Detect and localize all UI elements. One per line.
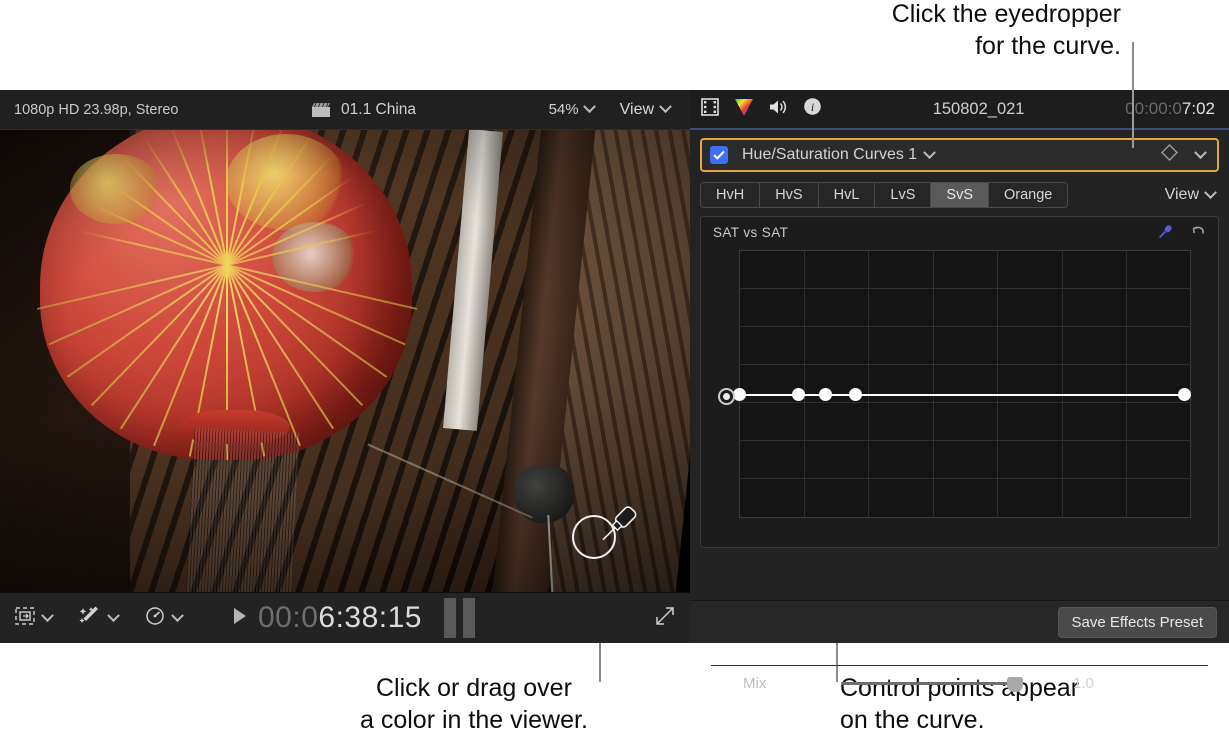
viewer-canvas[interactable] xyxy=(0,130,690,592)
curve-tab-group: HvH HvS HvL LvS SvS Orange xyxy=(700,182,1068,208)
curve-tab-hvh[interactable]: HvH xyxy=(701,183,760,207)
grid-hline xyxy=(739,288,1191,289)
curve-view-label: View xyxy=(1165,186,1199,204)
keyframe-diamond-icon[interactable] xyxy=(1161,144,1178,166)
grid-hline xyxy=(739,364,1191,365)
timecode-dim-part: 00:0 xyxy=(258,601,318,634)
viewer-view-popup[interactable]: View xyxy=(620,101,670,119)
inspector-clip-name: 150802_021 xyxy=(832,100,1125,119)
info-circle-icon[interactable]: i xyxy=(803,97,822,121)
curve-tab-lvs[interactable]: LvS xyxy=(875,183,931,207)
inspector-pane: i 150802_021 00:00:07:02 Hue/Saturation … xyxy=(690,90,1229,643)
mix-parameter-row: Mix 1.0 xyxy=(711,665,1208,695)
magic-wand-icon xyxy=(78,606,102,631)
effect-header-row[interactable]: Hue/Saturation Curves 1 xyxy=(700,138,1219,172)
timecode-bright-part: 6:38:15 xyxy=(318,601,422,634)
transform-tool-icon xyxy=(14,606,36,631)
viewer-timecode-field[interactable]: 00:06:38:15 xyxy=(258,601,422,635)
curve-origin-toggle[interactable] xyxy=(718,388,735,405)
color-triangle-icon[interactable] xyxy=(733,97,755,122)
transform-tool-popup[interactable] xyxy=(14,606,52,631)
callout-top-text: Click the eyedropper for the curve. xyxy=(892,0,1121,62)
eyedropper-icon[interactable] xyxy=(1156,223,1174,246)
control-point[interactable] xyxy=(849,388,862,401)
curve-editor-panel: SAT vs SAT xyxy=(700,216,1219,548)
curve-title-label: SAT vs SAT xyxy=(713,225,788,240)
effect-name-popup[interactable]: Hue/Saturation Curves 1 xyxy=(742,146,1161,164)
grid-hline xyxy=(739,440,1191,441)
control-point[interactable] xyxy=(819,388,832,401)
chevron-down-icon xyxy=(1204,186,1217,199)
viewer-view-label: View xyxy=(620,101,654,119)
svg-text:i: i xyxy=(811,100,814,114)
viewer-top-bar: 1080p HD 23.98p, Stereo 01.1 China xyxy=(0,90,690,130)
viewer-zoom-value: 54% xyxy=(549,101,579,118)
grid-hline xyxy=(739,326,1191,327)
chevron-down-icon xyxy=(923,146,936,159)
control-point[interactable] xyxy=(792,388,805,401)
mix-slider[interactable] xyxy=(841,676,1021,692)
chevron-down-icon xyxy=(659,100,672,113)
expand-arrows-icon[interactable] xyxy=(654,605,676,632)
curve-tab-hvs[interactable]: HvS xyxy=(760,183,818,207)
mix-label: Mix xyxy=(711,675,841,692)
pause-bars-icon xyxy=(444,598,475,638)
grid-hline xyxy=(739,478,1191,479)
viewer-zoom-popup[interactable]: 54% xyxy=(549,101,594,118)
mix-slider-track xyxy=(841,682,1021,685)
sat-vs-sat-curve-graph[interactable] xyxy=(739,250,1191,518)
viewer-format-label: 1080p HD 23.98p, Stereo xyxy=(14,102,178,118)
final-cut-pro-window: 1080p HD 23.98p, Stereo 01.1 China xyxy=(0,90,1229,643)
save-effects-preset-button[interactable]: Save Effects Preset xyxy=(1058,607,1217,638)
play-triangle-icon[interactable] xyxy=(232,606,248,631)
inspector-timecode: 00:00:07:02 xyxy=(1125,99,1215,119)
callout-bottom-left-text: Click or drag over a color in the viewer… xyxy=(360,672,588,736)
chevron-down-icon xyxy=(583,100,596,113)
curve-tab-hvl[interactable]: HvL xyxy=(819,183,876,207)
grid-hline xyxy=(739,402,1191,403)
curve-tab-svs[interactable]: SvS xyxy=(931,183,989,207)
curve-path xyxy=(739,394,1191,396)
film-strip-icon[interactable] xyxy=(700,98,720,121)
effect-name-label: Hue/Saturation Curves 1 xyxy=(742,146,917,164)
chevron-down-icon xyxy=(107,609,120,622)
control-point[interactable] xyxy=(1178,388,1191,401)
curve-tab-orange[interactable]: Orange xyxy=(989,183,1067,207)
enhance-tool-popup[interactable] xyxy=(78,606,118,631)
reset-arrow-icon[interactable] xyxy=(1188,224,1206,246)
speaker-icon[interactable] xyxy=(768,98,790,121)
clapperboard-icon xyxy=(311,102,331,118)
retime-tool-popup[interactable] xyxy=(144,606,182,631)
viewer-project-name: 01.1 China xyxy=(341,101,416,119)
playhead-line-inspector xyxy=(1132,90,1134,148)
mix-value[interactable]: 1.0 xyxy=(1073,675,1094,692)
inspector-footer: Save Effects Preset xyxy=(690,600,1229,643)
eyedropper-cursor-icon xyxy=(586,498,642,558)
inspector-header: i 150802_021 00:00:07:02 xyxy=(690,90,1229,130)
effect-enable-checkbox[interactable] xyxy=(710,146,728,164)
speed-gauge-icon xyxy=(144,606,166,631)
curve-view-popup[interactable]: View xyxy=(1165,186,1215,204)
curve-tabs-row: HvH HvS HvL LvS SvS Orange View xyxy=(700,182,1219,208)
chevron-down-icon xyxy=(41,609,54,622)
chevron-down-icon[interactable] xyxy=(1194,146,1207,159)
mix-slider-knob[interactable] xyxy=(1007,677,1023,692)
viewer-pane: 1080p HD 23.98p, Stereo 01.1 China xyxy=(0,90,690,643)
chevron-down-icon xyxy=(171,609,184,622)
inspector-timecode-bright: 7:02 xyxy=(1182,99,1215,118)
viewer-bottom-toolbar: 00:06:38:15 xyxy=(0,592,690,643)
